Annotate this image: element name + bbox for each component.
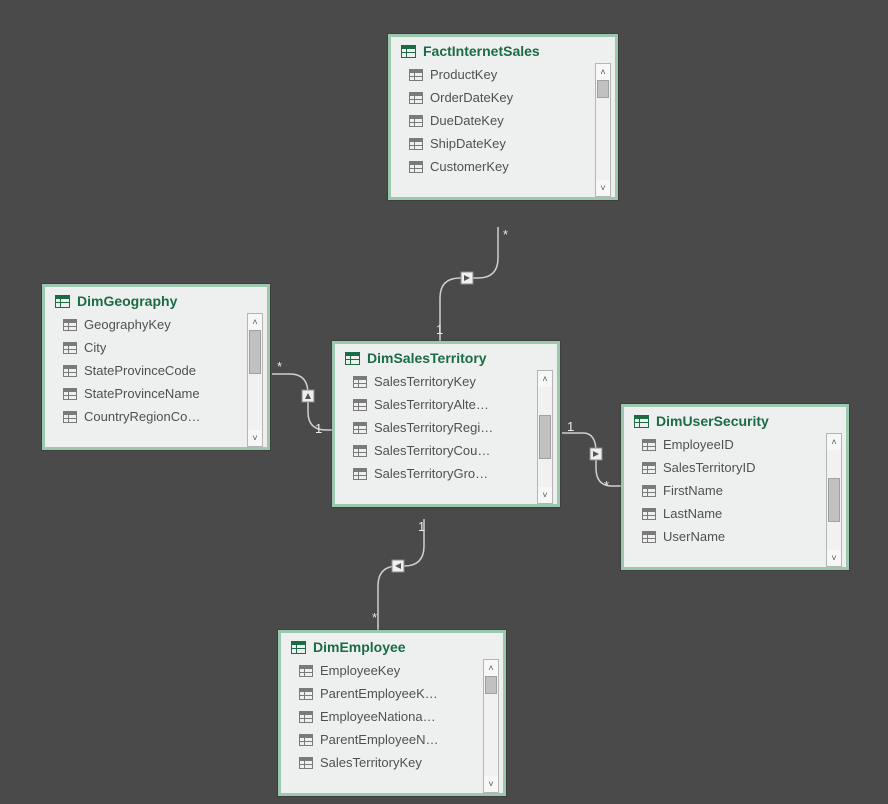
column-icon xyxy=(409,92,423,104)
scrollbar[interactable]: ˄ ˅ xyxy=(826,433,842,567)
field-row[interactable]: DueDateKey xyxy=(409,109,591,132)
field-row[interactable]: FirstName xyxy=(642,479,822,502)
scrollbar[interactable]: ˄ ˅ xyxy=(537,370,553,504)
field-row[interactable]: SalesTerritoryKey xyxy=(299,751,479,774)
cardinality-one: 1 xyxy=(567,419,574,434)
table-icon xyxy=(401,45,416,58)
field-row[interactable]: City xyxy=(63,336,243,359)
field-row[interactable]: SalesTerritoryGro… xyxy=(353,462,533,485)
cardinality-many: * xyxy=(372,610,377,625)
scroll-down-icon[interactable]: ˅ xyxy=(538,487,552,503)
column-icon xyxy=(409,161,423,173)
field-row[interactable]: ParentEmployeeN… xyxy=(299,728,479,751)
column-icon xyxy=(63,388,77,400)
column-icon xyxy=(299,711,313,723)
table-header[interactable]: DimGeography xyxy=(45,287,267,311)
column-icon xyxy=(353,422,367,434)
table-fact-internet-sales[interactable]: FactInternetSales ProductKey OrderDateKe… xyxy=(388,34,618,200)
column-icon xyxy=(299,757,313,769)
column-icon xyxy=(409,115,423,127)
field-row[interactable]: SalesTerritoryKey xyxy=(353,370,533,393)
column-icon xyxy=(353,376,367,388)
column-icon xyxy=(642,531,656,543)
scroll-down-icon[interactable]: ˅ xyxy=(248,430,262,446)
table-title: DimGeography xyxy=(77,293,177,309)
field-row[interactable]: OrderDateKey xyxy=(409,86,591,109)
field-row[interactable]: CountryRegionCo… xyxy=(63,405,243,428)
field-row[interactable]: ShipDateKey xyxy=(409,132,591,155)
column-icon xyxy=(299,665,313,677)
column-icon xyxy=(642,439,656,451)
cardinality-one: 1 xyxy=(418,519,425,534)
table-header[interactable]: DimEmployee xyxy=(281,633,503,657)
field-row[interactable]: SalesTerritoryID xyxy=(642,456,822,479)
table-icon xyxy=(291,641,306,654)
field-row[interactable]: SalesTerritoryAlte… xyxy=(353,393,533,416)
scrollbar[interactable]: ˄ ˅ xyxy=(483,659,499,793)
field-list: SalesTerritoryKey SalesTerritoryAlte… Sa… xyxy=(339,370,533,504)
table-title: DimEmployee xyxy=(313,639,406,655)
column-icon xyxy=(353,468,367,480)
column-icon xyxy=(63,342,77,354)
field-row[interactable]: SalesTerritoryRegi… xyxy=(353,416,533,439)
scroll-up-icon[interactable]: ˄ xyxy=(827,434,841,450)
field-row[interactable]: ParentEmployeeK… xyxy=(299,682,479,705)
table-header[interactable]: DimSalesTerritory xyxy=(335,344,557,368)
table-title: FactInternetSales xyxy=(423,43,540,59)
field-row[interactable]: ProductKey xyxy=(409,63,591,86)
column-icon xyxy=(642,485,656,497)
scroll-down-icon[interactable]: ˅ xyxy=(827,550,841,566)
field-row[interactable]: LastName xyxy=(642,502,822,525)
field-list: ProductKey OrderDateKey DueDateKey ShipD… xyxy=(395,63,591,197)
field-row[interactable]: EmployeeKey xyxy=(299,659,479,682)
column-icon xyxy=(409,138,423,150)
cardinality-many: * xyxy=(604,478,609,493)
table-header[interactable]: DimUserSecurity xyxy=(624,407,846,431)
scrollbar[interactable]: ˄ ˅ xyxy=(595,63,611,197)
cardinality-many: * xyxy=(503,227,508,242)
cardinality-one: 1 xyxy=(315,421,322,436)
field-row[interactable]: EmployeeID xyxy=(642,433,822,456)
column-icon xyxy=(353,399,367,411)
scroll-up-icon[interactable]: ˄ xyxy=(484,660,498,676)
column-icon xyxy=(299,734,313,746)
field-row[interactable]: EmployeeNationa… xyxy=(299,705,479,728)
field-list: EmployeeID SalesTerritoryID FirstName La… xyxy=(628,433,822,567)
cardinality-one: 1 xyxy=(436,322,443,337)
column-icon xyxy=(642,508,656,520)
scroll-up-icon[interactable]: ˄ xyxy=(248,314,262,330)
cardinality-many: * xyxy=(277,359,282,374)
table-icon xyxy=(55,295,70,308)
column-icon xyxy=(63,411,77,423)
column-icon xyxy=(409,69,423,81)
field-row[interactable]: UserName xyxy=(642,525,822,548)
table-header[interactable]: FactInternetSales xyxy=(391,37,615,61)
table-title: DimUserSecurity xyxy=(656,413,769,429)
table-dim-geography[interactable]: DimGeography GeographyKey City StateProv… xyxy=(42,284,270,450)
table-title: DimSalesTerritory xyxy=(367,350,487,366)
field-list: EmployeeKey ParentEmployeeK… EmployeeNat… xyxy=(285,659,479,793)
field-row[interactable]: StateProvinceName xyxy=(63,382,243,405)
field-row[interactable]: GeographyKey xyxy=(63,313,243,336)
scroll-up-icon[interactable]: ˄ xyxy=(596,64,610,80)
column-icon xyxy=(63,365,77,377)
scroll-down-icon[interactable]: ˅ xyxy=(596,180,610,196)
table-dim-employee[interactable]: DimEmployee EmployeeKey ParentEmployeeK…… xyxy=(278,630,506,796)
table-icon xyxy=(634,415,649,428)
column-icon xyxy=(353,445,367,457)
table-dim-user-security[interactable]: DimUserSecurity EmployeeID SalesTerritor… xyxy=(621,404,849,570)
scrollbar[interactable]: ˄ ˅ xyxy=(247,313,263,447)
table-icon xyxy=(345,352,360,365)
scroll-up-icon[interactable]: ˄ xyxy=(538,371,552,387)
column-icon xyxy=(63,319,77,331)
field-list: GeographyKey City StateProvinceCode Stat… xyxy=(49,313,243,447)
field-row[interactable]: StateProvinceCode xyxy=(63,359,243,382)
table-dim-sales-territory[interactable]: DimSalesTerritory SalesTerritoryKey Sale… xyxy=(332,341,560,507)
column-icon xyxy=(642,462,656,474)
column-icon xyxy=(299,688,313,700)
field-row[interactable]: SalesTerritoryCou… xyxy=(353,439,533,462)
scroll-down-icon[interactable]: ˅ xyxy=(484,776,498,792)
field-row[interactable]: CustomerKey xyxy=(409,155,591,178)
